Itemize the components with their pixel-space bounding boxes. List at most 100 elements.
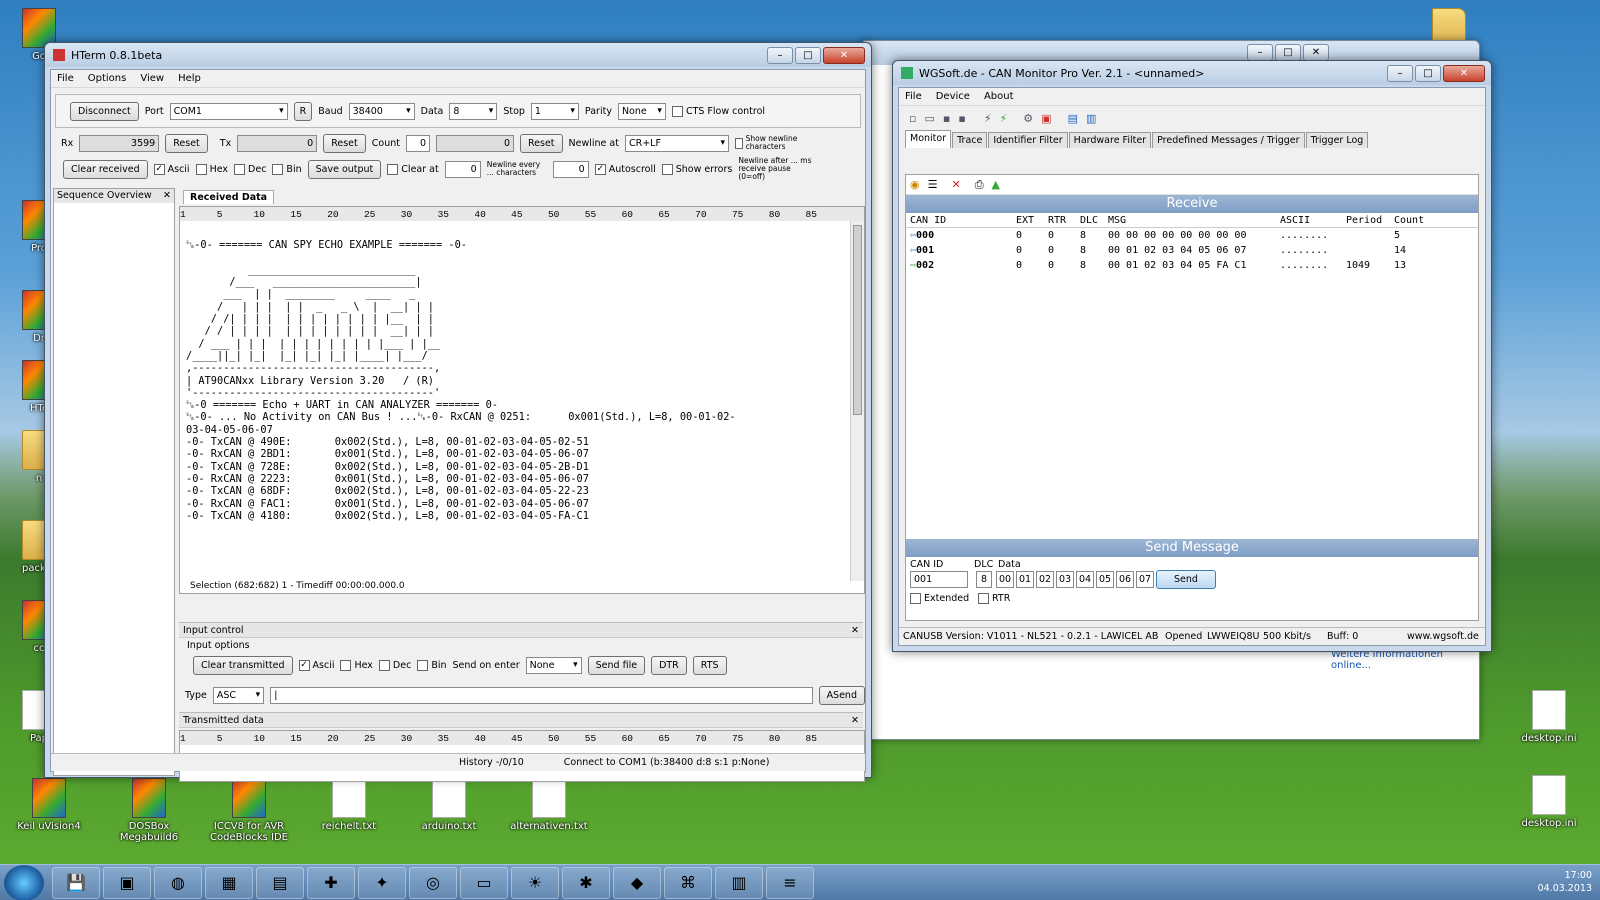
desktop-icon[interactable]: ICCV8 for AVR CodeBlocks IDE — [210, 778, 288, 843]
data-byte-input[interactable]: 05 — [1096, 571, 1114, 588]
rts-button[interactable]: RTS — [692, 655, 727, 675]
firefox-icon[interactable]: ◍ — [154, 866, 202, 899]
desktop-icon[interactable]: desktop.ini — [1510, 690, 1588, 744]
disconnect-icon[interactable]: ⚡ — [1000, 112, 1008, 125]
data-byte-input[interactable]: 07 — [1136, 571, 1154, 588]
data-byte-input[interactable]: 02 — [1036, 571, 1054, 588]
close-icon[interactable]: ✕ — [851, 625, 859, 636]
baud-select[interactable]: 38400 — [348, 102, 415, 120]
column-header[interactable]: RTR — [1048, 215, 1080, 226]
menu-help[interactable]: Help — [178, 73, 201, 84]
stack-icon[interactable]: ≡ — [766, 866, 814, 899]
maximize-icon[interactable]: □ — [1415, 64, 1441, 82]
list-icon[interactable]: ☰ — [928, 178, 938, 191]
eye-icon[interactable]: ◉ — [910, 178, 920, 191]
input-hex-checkbox[interactable]: Hex — [340, 659, 373, 671]
hex-checkbox[interactable]: Hex — [195, 163, 228, 175]
minimize-icon[interactable]: – — [767, 46, 793, 64]
data-byte-input[interactable]: 01 — [1016, 571, 1034, 588]
toolbox-icon[interactable]: ▥ — [715, 866, 763, 899]
tab-monitor[interactable]: Monitor — [905, 130, 952, 148]
close-icon[interactable]: ✕ — [1443, 64, 1485, 82]
clock-date[interactable]: 04.03.2013 — [1538, 882, 1592, 895]
menu-device[interactable]: Device — [936, 91, 970, 102]
send-input[interactable]: | — [270, 686, 813, 704]
tab-predefined-messages-trigger[interactable]: Predefined Messages / Trigger — [1152, 132, 1305, 148]
count-input[interactable]: 0 — [405, 134, 430, 152]
data-byte-input[interactable]: 00 — [996, 571, 1014, 588]
clear-at-input[interactable]: 0 — [444, 160, 481, 178]
input-ascii-checkbox[interactable]: ✓ Ascii — [298, 659, 334, 671]
minimize-icon[interactable]: – — [1387, 64, 1413, 82]
cts-checkbox[interactable]: CTS Flow control — [671, 105, 765, 117]
tab-trigger-log[interactable]: Trigger Log — [1305, 132, 1369, 148]
rtr-checkbox[interactable]: RTR — [978, 593, 1010, 604]
window-icon[interactable]: ▭ — [460, 866, 508, 899]
desktop-icon[interactable]: arduino.txt — [410, 778, 488, 832]
dlc-input[interactable]: 8 — [976, 571, 992, 588]
close-icon[interactable]: ✕ — [163, 190, 171, 202]
more-info-link[interactable]: Weitere Informationen online... — [1331, 649, 1479, 671]
autoscroll-checkbox[interactable]: ✓ Autoscroll — [594, 163, 656, 175]
desktop-icon[interactable]: alternativen.txt — [510, 778, 588, 832]
tab-trace[interactable]: Trace — [952, 132, 988, 148]
bin-checkbox[interactable]: Bin — [272, 163, 302, 175]
send-file-button[interactable]: Send file — [587, 655, 646, 675]
maximize-icon[interactable]: □ — [1275, 44, 1301, 61]
column-header[interactable]: Period — [1346, 215, 1394, 226]
column-header[interactable]: ASCII — [1280, 215, 1346, 226]
desktop-icon[interactable]: desktop.ini — [1510, 775, 1588, 829]
start-button[interactable] — [4, 864, 44, 900]
maximize-icon[interactable]: □ — [795, 46, 821, 64]
settings-icon[interactable]: ⚙ — [1023, 112, 1033, 125]
menu-about[interactable]: About — [984, 91, 1014, 102]
canid-input[interactable]: 001 — [910, 571, 968, 588]
chat-icon[interactable]: ◎ — [409, 866, 457, 899]
clear-transmitted-button[interactable]: Clear transmitted — [193, 655, 293, 675]
data-byte-input[interactable]: 04 — [1076, 571, 1094, 588]
send-on-enter-select[interactable]: None — [525, 656, 582, 674]
column-header[interactable]: DLC — [1080, 215, 1108, 226]
book-icon[interactable]: ▥ — [1086, 112, 1096, 125]
stop-bits-select[interactable]: 1 — [530, 102, 579, 120]
terminal-icon[interactable]: ▣ — [103, 866, 151, 899]
shapes-icon[interactable]: ◆ — [613, 866, 661, 899]
menu-options[interactable]: Options — [88, 73, 127, 84]
newline-select[interactable]: CR+LF — [624, 134, 729, 152]
send-button[interactable]: Send — [1156, 570, 1216, 589]
show-newline-checkbox[interactable]: Show newline characters — [734, 135, 805, 151]
show-errors-checkbox[interactable]: Show errors — [661, 163, 732, 175]
close-icon[interactable]: ✕ — [851, 715, 859, 726]
desktop-icon[interactable]: DOSBox Megabuild6 — [110, 778, 188, 843]
received-text[interactable]: ␗-0- ======= CAN SPY ECHO EXAMPLE ======… — [180, 227, 864, 522]
parity-select[interactable]: None — [617, 102, 666, 120]
clear-at-checkbox[interactable]: Clear at — [387, 163, 439, 175]
clear-received-button[interactable]: Clear received — [63, 159, 148, 179]
table-row[interactable]: ⇦ 000 0 0 8 00 00 00 00 00 00 00 00........ 5 — [906, 228, 1478, 243]
port-select[interactable]: COM1 — [169, 102, 288, 120]
new-icon[interactable]: ▫ — [909, 112, 916, 125]
menu-file[interactable]: File — [905, 91, 922, 102]
save-output-button[interactable]: Save output — [307, 159, 382, 179]
column-header[interactable]: MSG — [1108, 215, 1280, 226]
input-bin-checkbox[interactable]: Bin — [417, 659, 447, 671]
dtr-button[interactable]: DTR — [651, 655, 687, 675]
close-icon[interactable]: ✕ — [1303, 44, 1329, 61]
column-header[interactable]: CAN ID — [910, 215, 1016, 226]
asend-button[interactable]: ASend — [818, 685, 865, 705]
website-link[interactable]: www.wgsoft.de — [1407, 631, 1479, 642]
menu-file[interactable]: File — [57, 73, 74, 84]
puzzle-icon[interactable]: ✚ — [307, 866, 355, 899]
column-header[interactable]: EXT — [1016, 215, 1048, 226]
delete-icon[interactable]: ▣ — [1041, 112, 1051, 125]
refresh-ports-button[interactable]: R — [293, 101, 313, 121]
monitor-icon[interactable]: ▤ — [1068, 112, 1078, 125]
disconnect-button[interactable]: Disconnect — [70, 101, 139, 121]
desktop-icon[interactable]: reichelt.txt — [310, 778, 388, 832]
type-select[interactable]: ASC — [212, 686, 265, 704]
save-all-icon[interactable]: ▪ — [958, 112, 965, 125]
minimize-icon[interactable]: – — [1247, 44, 1273, 61]
rx-reset-button[interactable]: Reset — [165, 133, 208, 153]
bug-icon[interactable]: ✱ — [562, 866, 610, 899]
spreadsheet-icon[interactable]: ▤ — [256, 866, 304, 899]
